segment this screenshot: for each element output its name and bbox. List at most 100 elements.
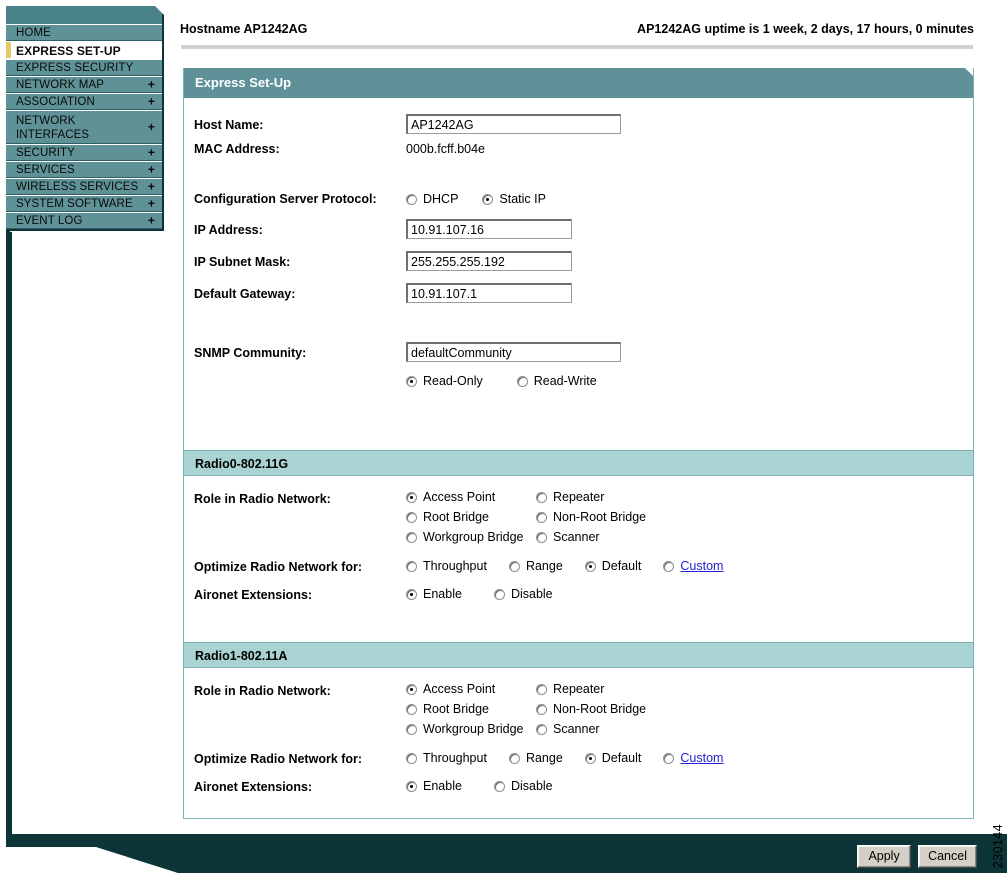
- radio-button-icon[interactable]: [406, 752, 417, 764]
- radio-button-icon[interactable]: [493, 780, 505, 792]
- radio-button-icon[interactable]: [508, 752, 520, 764]
- radio-button-icon[interactable]: [406, 780, 417, 792]
- role-in-radio-network-option[interactable]: Non-Root Bridge: [536, 510, 646, 524]
- radio-button-icon[interactable]: [406, 511, 417, 523]
- config-server-protocol-row: Configuration Server Protocol: DHCP Stati…: [194, 192, 934, 206]
- optimize-radio-network-option[interactable]: Custom: [663, 559, 723, 573]
- radio-button-icon[interactable]: [406, 703, 417, 715]
- apply-button[interactable]: Apply: [857, 845, 912, 868]
- radio-button-icon[interactable]: [584, 560, 596, 572]
- expand-plus-icon[interactable]: +: [148, 195, 155, 212]
- radio-button-icon[interactable]: [406, 560, 417, 572]
- host-name-input[interactable]: [406, 114, 621, 134]
- radio-button-icon[interactable]: [508, 560, 520, 572]
- role-in-radio-network-option[interactable]: Repeater: [536, 682, 646, 696]
- optimize-radio-network-option[interactable]: Throughput: [406, 559, 487, 573]
- config-server-protocol-option[interactable]: Static IP: [482, 192, 546, 206]
- role-in-radio-network-option[interactable]: Repeater: [536, 490, 646, 504]
- role-in-radio-network-option[interactable]: Non-Root Bridge: [536, 702, 646, 716]
- role-in-radio-network-option[interactable]: Scanner: [536, 530, 646, 544]
- role-in-radio-network-group: Access Point Repeater Root Bridge Non-Root …: [406, 490, 646, 544]
- ip-address-input[interactable]: [406, 219, 572, 239]
- optimize-radio-network-label: Optimize Radio Network for:: [194, 560, 363, 574]
- form-action-buttons: Apply Cancel: [857, 845, 977, 868]
- optimize-radio-network-option[interactable]: Throughput: [406, 751, 487, 765]
- aironet-extensions-option[interactable]: Enable: [406, 779, 462, 793]
- sidebar-item-express-security[interactable]: EXPRESS SECURITY: [6, 59, 162, 76]
- role-in-radio-network-option-label: Access Point: [423, 682, 496, 696]
- radio-button-icon[interactable]: [536, 511, 547, 523]
- sidebar-item-security[interactable]: SECURITY +: [6, 144, 162, 161]
- role-in-radio-network-option[interactable]: Workgroup Bridge: [406, 530, 536, 544]
- sidebar-item-system-software[interactable]: SYSTEM SOFTWARE +: [6, 195, 162, 212]
- aironet-extensions-option[interactable]: Enable: [406, 587, 462, 601]
- radio-button-icon[interactable]: [406, 723, 417, 735]
- role-in-radio-network-option-label: Workgroup Bridge: [423, 530, 524, 544]
- aironet-extensions-option[interactable]: Disable: [493, 587, 553, 601]
- optimize-radio-network-group: Throughput Range Default Custom: [406, 751, 723, 765]
- radio-button-icon[interactable]: [584, 752, 596, 764]
- radio-button-icon[interactable]: [536, 723, 547, 735]
- expand-plus-icon[interactable]: +: [148, 161, 155, 178]
- optimize-radio-network-option-label[interactable]: Custom: [680, 751, 723, 765]
- radio-button-icon[interactable]: [536, 531, 547, 543]
- subnet-mask-input[interactable]: [406, 251, 572, 271]
- radio-button-icon[interactable]: [663, 560, 675, 572]
- expand-plus-icon[interactable]: +: [148, 120, 155, 134]
- expand-plus-icon[interactable]: +: [148, 93, 155, 110]
- page-title: Express Set-Up: [195, 75, 292, 90]
- sidebar-item-express-set-up[interactable]: EXPRESS SET-UP: [6, 41, 162, 59]
- express-setup-page: HOME EXPRESS SET-UP EXPRESS SECURITY NETWOR…: [0, 0, 1007, 879]
- sidebar-item-label: WIRELESS SERVICES: [16, 181, 139, 193]
- radio-button-icon[interactable]: [516, 375, 528, 387]
- radio-button-icon[interactable]: [406, 531, 417, 543]
- radio-button-icon[interactable]: [536, 491, 547, 503]
- sidebar-item-event-log[interactable]: EVENT LOG +: [6, 212, 162, 229]
- radio-button-icon[interactable]: [536, 683, 547, 695]
- sidebar-item-wireless-services[interactable]: WIRELESS SERVICES +: [6, 178, 162, 195]
- radio-button-icon[interactable]: [406, 588, 417, 600]
- role-in-radio-network-option[interactable]: Root Bridge: [406, 510, 536, 524]
- optimize-radio-network-option[interactable]: Custom: [663, 751, 723, 765]
- optimize-radio-network-option-label[interactable]: Custom: [680, 559, 723, 573]
- role-in-radio-network-option[interactable]: Root Bridge: [406, 702, 536, 716]
- snmp-access-option[interactable]: Read-Write: [516, 374, 597, 388]
- role-in-radio-network-option[interactable]: Workgroup Bridge: [406, 722, 536, 736]
- aironet-extensions-option[interactable]: Disable: [493, 779, 553, 793]
- sidebar-item-network-interfaces[interactable]: NETWORK INTERFACES +: [6, 110, 162, 144]
- optimize-radio-network-option[interactable]: Default: [584, 559, 641, 573]
- snmp-access-option[interactable]: Read-Only: [406, 374, 483, 388]
- expand-plus-icon[interactable]: +: [148, 76, 155, 93]
- radio-button-icon[interactable]: [406, 683, 417, 695]
- expand-plus-icon[interactable]: +: [148, 212, 155, 229]
- sidebar-item-label: EXPRESS SET-UP: [16, 44, 121, 58]
- cancel-button[interactable]: Cancel: [918, 845, 977, 868]
- radio-button-icon[interactable]: [406, 375, 417, 387]
- sidebar-item-services[interactable]: SERVICES +: [6, 161, 162, 178]
- radio-button-icon[interactable]: [406, 193, 417, 205]
- radio-button-icon[interactable]: [493, 588, 505, 600]
- sidebar-item-home[interactable]: HOME: [6, 24, 162, 41]
- default-gateway-label: Default Gateway:: [194, 287, 296, 301]
- optimize-radio-network-option[interactable]: Range: [508, 751, 563, 765]
- sidebar-item-label: NETWORK MAP: [16, 79, 104, 91]
- role-in-radio-network-option[interactable]: Access Point: [406, 490, 536, 504]
- optimize-radio-network-option-label: Throughput: [423, 559, 487, 573]
- expand-plus-icon[interactable]: +: [148, 144, 155, 161]
- radio-button-icon[interactable]: [482, 193, 494, 205]
- radio-button-icon[interactable]: [406, 491, 417, 503]
- snmp-community-input[interactable]: [406, 342, 621, 362]
- role-in-radio-network-option[interactable]: Scanner: [536, 722, 646, 736]
- expand-plus-icon[interactable]: +: [148, 178, 155, 195]
- sidebar-item-association[interactable]: ASSOCIATION +: [6, 93, 162, 110]
- role-in-radio-network-option[interactable]: Access Point: [406, 682, 536, 696]
- default-gateway-input[interactable]: [406, 283, 572, 303]
- radio-button-icon[interactable]: [536, 703, 547, 715]
- radio-section-body: Role in Radio Network: Access Point Repeat…: [184, 668, 973, 834]
- sidebar-item-label: NETWORK: [16, 115, 76, 127]
- sidebar-item-network-map[interactable]: NETWORK MAP +: [6, 76, 162, 93]
- radio-button-icon[interactable]: [663, 752, 675, 764]
- optimize-radio-network-option[interactable]: Range: [508, 559, 563, 573]
- optimize-radio-network-option[interactable]: Default: [584, 751, 641, 765]
- config-server-protocol-option[interactable]: DHCP: [406, 192, 458, 206]
